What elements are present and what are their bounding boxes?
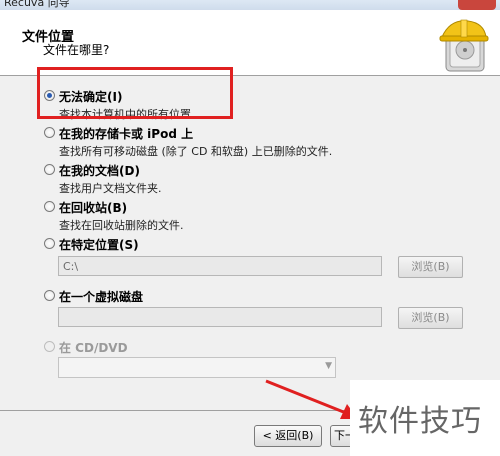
option-specific-location-label: 在特定位置(S) [59, 238, 139, 252]
virtual-disk-path-input[interactable] [58, 307, 382, 327]
option-recycle-bin-label: 在回收站(B) [59, 201, 128, 215]
option-cd-dvd-label: 在 CD/DVD [59, 341, 128, 355]
radio-recycle-bin[interactable] [44, 201, 55, 212]
watermark-text: 软件技巧 [358, 404, 482, 439]
watermark: 软件技巧 [350, 380, 500, 456]
radio-virtual-disk[interactable] [44, 290, 55, 301]
radio-my-documents[interactable] [44, 164, 55, 175]
window-title: Recuva 向导 [4, 0, 70, 9]
page-subtitle: 文件在哪里? [43, 43, 110, 57]
option-memory-card-desc: 查找所有可移动磁盘 (除了 CD 和软盘) 上已删除的文件. [59, 145, 333, 158]
title-bar: Recuva 向导 [0, 0, 500, 10]
close-button[interactable] [458, 0, 496, 10]
location-path-input[interactable]: C:\ [58, 256, 382, 276]
radio-specific-location[interactable] [44, 238, 55, 249]
option-virtual-disk-label: 在一个虚拟磁盘 [59, 290, 144, 304]
option-recycle-bin-desc: 查找在回收站删除的文件. [59, 219, 184, 232]
recuva-logo-icon [439, 19, 489, 72]
radio-cd-dvd[interactable] [44, 341, 55, 352]
browse-location-button[interactable]: 浏览(B) [398, 256, 463, 278]
highlight-box [37, 67, 233, 119]
browse-virtual-disk-button[interactable]: 浏览(B) [398, 307, 463, 329]
option-my-documents-desc: 查找用户文档文件夹. [59, 182, 162, 195]
chevron-down-icon: ▼ [325, 361, 332, 371]
option-memory-card-label: 在我的存储卡或 iPod 上 [59, 127, 194, 141]
radio-memory-card[interactable] [44, 127, 55, 138]
option-my-documents-label: 在我的文档(D) [59, 164, 140, 178]
